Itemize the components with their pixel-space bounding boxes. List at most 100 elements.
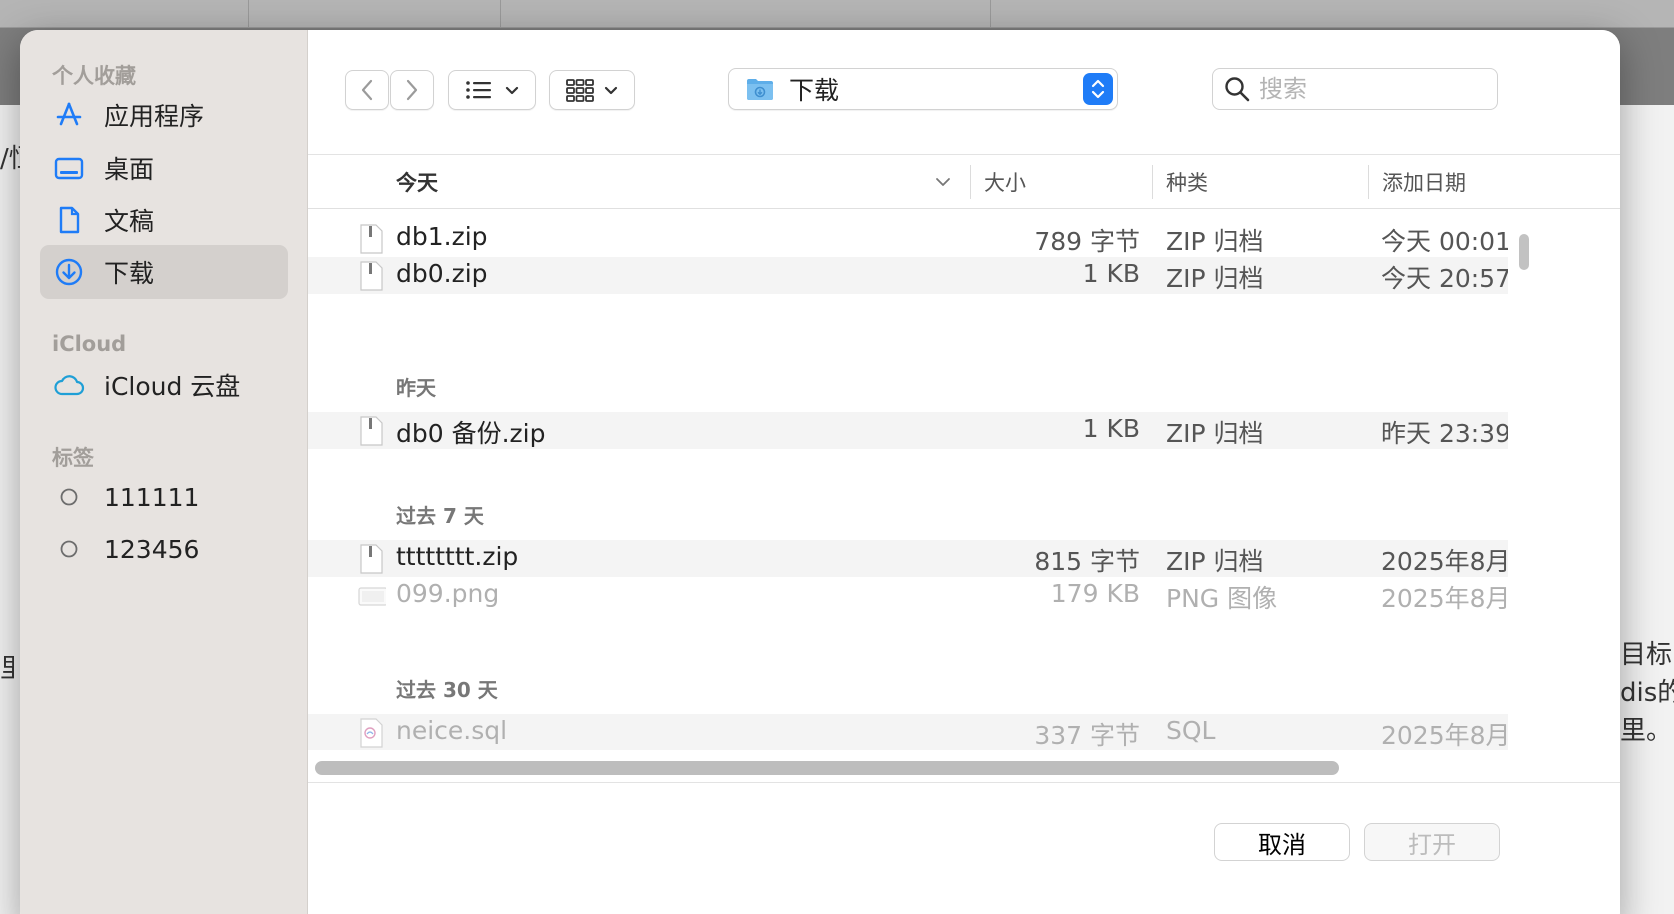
file-name: db1.zip [396,222,488,251]
cloud-icon [52,368,86,402]
list-view-icon [466,81,491,99]
file-date: 昨天 23:39 [1381,419,1508,448]
file-kind: ZIP 归档 [1166,547,1264,576]
sidebar-item-label: 桌面 [104,155,155,184]
location-popup[interactable]: 下载 [728,68,1118,110]
sidebar-item-applications[interactable]: 应用程序 [40,88,288,142]
open-button: 打开 [1364,823,1500,861]
file-kind: ZIP 归档 [1166,419,1264,448]
column-size-label: 大小 [984,171,1026,195]
chevron-left-icon [361,79,373,101]
view-mode-list-button[interactable] [448,70,536,110]
sidebar-heading-icloud: iCloud [52,332,127,356]
file-date: 2025年8月 [1381,584,1508,613]
sql-file-icon [360,718,383,748]
file-name: db0.zip [396,259,488,288]
file-row[interactable]: db0.zip 1 KB ZIP 归档 今天 20:57 [308,257,1508,294]
group-header: 昨天 [396,376,436,400]
sidebar: 个人收藏 应用程序 桌面 文稿 下载 iCloud iCloud 云盘 标签 1… [20,30,308,914]
sidebar-item-label: 应用程序 [104,102,205,131]
background-text-fragment: 里 [0,654,14,684]
file-row: neice.sql 337 字节 SQL 2025年8月 [308,714,1508,750]
sidebar-item-label: 文稿 [104,207,155,236]
background-text-fragment: /恒 [0,144,20,174]
chevron-down-icon [604,86,618,95]
zip-file-icon [360,416,383,446]
file-size: 1 KB [1082,414,1140,443]
file-row[interactable]: tttttttt.zip 815 字节 ZIP 归档 2025年8月 [308,540,1508,577]
chevron-down-icon [936,178,950,186]
file-size: 789 字节 [1034,227,1140,256]
location-label: 下载 [789,76,840,105]
zip-file-icon [360,544,383,574]
sidebar-heading-favorites: 个人收藏 [52,64,136,88]
sidebar-item-tag-111111[interactable]: 111111 [40,470,288,524]
horizontal-scrollbar[interactable] [308,750,1620,780]
file-row[interactable]: db0 备份.zip 1 KB ZIP 归档 昨天 23:39 [308,412,1508,449]
file-date: 2025年8月 [1381,547,1508,576]
group-header: 过去 7 天 [396,504,484,528]
file-name: 099.png [396,579,500,608]
sidebar-item-desktop[interactable]: 桌面 [40,141,288,195]
forward-button[interactable] [390,70,434,110]
background-text-fragment: 目标 [1620,640,1673,670]
file-size: 337 字节 [1034,721,1140,750]
file-size: 815 字节 [1034,547,1140,576]
column-name-label: 今天 [396,171,438,195]
popup-stepper-icon [1083,73,1113,105]
background-text-fragment: dis的 [1620,678,1674,708]
column-kind-header[interactable]: 种类 [1166,155,1366,209]
desktop-icon [52,151,86,185]
file-name: tttttttt.zip [396,542,519,571]
downloads-folder-icon [747,79,773,100]
grid-view-icon [566,79,594,102]
open-file-dialog: 个人收藏 应用程序 桌面 文稿 下载 iCloud iCloud 云盘 标签 1… [20,30,1620,914]
file-date: 今天 20:57 [1381,264,1508,293]
search-field[interactable] [1212,68,1498,110]
file-list: db1.zip 789 字节 ZIP 归档 今天 00:01 db0.zip 1… [308,210,1620,750]
file-date: 今天 00:01 [1381,227,1508,256]
file-kind: SQL [1166,716,1216,745]
file-size: 179 KB [1050,579,1140,608]
zip-file-icon [360,224,383,254]
sidebar-item-label: 下载 [104,259,155,288]
column-kind-label: 种类 [1166,171,1208,195]
column-size-header[interactable]: 大小 [984,155,1144,209]
background-toolbar [0,0,1674,28]
file-kind: ZIP 归档 [1166,264,1264,293]
toolbar: 下载 [308,30,1620,155]
back-button[interactable] [345,70,389,110]
cancel-button[interactable]: 取消 [1214,823,1350,861]
file-row: 099.png 179 KB PNG 图像 2025年8月 [308,577,1508,614]
vertical-scrollbar[interactable] [1516,210,1532,740]
file-name: db0 备份.zip [396,419,546,448]
sidebar-item-tag-123456[interactable]: 123456 [40,522,288,576]
file-row[interactable]: db1.zip 789 字节 ZIP 归档 今天 00:01 [308,220,1508,257]
file-kind: ZIP 归档 [1166,227,1264,256]
column-header: 今天 大小 种类 添加日期 [308,155,1620,209]
horizontal-scrollbar-thumb[interactable] [315,761,1339,775]
file-date: 2025年8月 [1381,721,1508,750]
column-date-label: 添加日期 [1382,171,1466,195]
column-name-header[interactable]: 今天 [396,155,956,209]
file-kind: PNG 图像 [1166,584,1278,613]
column-date-header[interactable]: 添加日期 [1382,155,1582,209]
sidebar-item-label: iCloud 云盘 [104,372,241,401]
sidebar-item-label: 111111 [104,482,200,512]
group-by-button[interactable] [549,70,635,110]
document-icon [52,203,86,237]
chevron-right-icon [406,79,418,101]
vertical-scrollbar-thumb[interactable] [1519,234,1529,270]
file-size: 1 KB [1082,259,1140,288]
search-input[interactable] [1259,75,1479,103]
tag-circle-icon [52,532,86,566]
zip-file-icon [360,261,383,291]
app-store-icon [52,98,86,132]
sidebar-item-downloads[interactable]: 下载 [40,245,288,299]
sidebar-item-icloud-drive[interactable]: iCloud 云盘 [40,358,288,412]
column-separator [970,165,971,199]
image-file-icon [358,587,386,606]
sidebar-item-documents[interactable]: 文稿 [40,193,288,247]
column-separator [1368,165,1369,199]
sidebar-item-label: 123456 [104,534,200,564]
